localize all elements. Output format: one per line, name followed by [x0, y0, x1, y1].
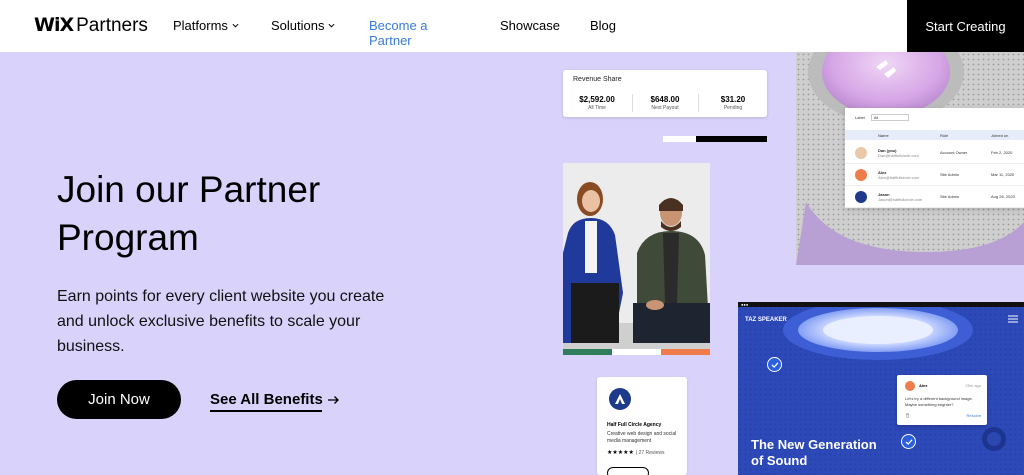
nav-showcase-label: Showcase: [500, 18, 560, 33]
resolve-button[interactable]: Resolve: [967, 413, 981, 418]
window-dots-icon: ●●●: [741, 302, 749, 307]
column-header: Joined on: [991, 133, 1009, 138]
logo-wix-text: WiX: [34, 14, 74, 36]
column-header: Role: [940, 133, 949, 138]
site-headline: The New Generation of Sound: [751, 437, 877, 468]
revenue-stat-value: $31.20: [720, 95, 746, 104]
divider: [698, 94, 699, 112]
star-rating-icon: ★★★★★: [607, 450, 634, 456]
page-title: Join our Partner Program: [57, 169, 321, 258]
bar-segment: [696, 136, 767, 142]
avatar: [855, 191, 867, 203]
review-count: | 27 Reviews: [635, 449, 665, 456]
check-icon: [901, 434, 916, 449]
link-underline: [210, 410, 322, 412]
table-row[interactable]: Alex Alex@halffullcircle.com Site Admin …: [845, 164, 1024, 186]
agency-card-button[interactable]: [607, 467, 649, 475]
see-all-benefits-link[interactable]: See All Benefits: [210, 391, 340, 412]
browser-topbar: ●●●: [738, 302, 1024, 307]
start-creating-button[interactable]: Start Creating: [907, 0, 1024, 52]
revenue-stat-label: Next Payout: [651, 105, 679, 111]
hamburger-menu-icon[interactable]: [1008, 315, 1018, 323]
partners-photo: [563, 163, 710, 355]
member-role: Site Admin: [940, 194, 960, 199]
revenue-share-card: Revenue Share $2,592.00 All Time $648.00…: [563, 70, 767, 117]
wix-partners-logo[interactable]: WiX Partners: [34, 14, 148, 37]
strip-segment: [612, 349, 661, 355]
revenue-stat-label: Pending: [723, 105, 743, 111]
member-email: Alex@halffullcircle.com: [878, 175, 920, 180]
revenue-stat-label: All Time: [588, 105, 606, 111]
revenue-share-title: Revenue Share: [573, 76, 622, 83]
agency-profile-card: Half Full Circle Agency Creative web des…: [597, 377, 687, 475]
arrow-right-icon: [327, 395, 339, 404]
check-icon: [767, 357, 782, 372]
agency-rating: ★★★★★ | 27 Reviews: [607, 449, 665, 457]
strip-segment: [661, 349, 710, 355]
nav-platforms-label: Platforms: [173, 18, 228, 33]
member-email: Dan@halffullcircle.com: [878, 153, 919, 158]
table-header: Name Role Joined on: [845, 130, 1024, 140]
nav-showcase[interactable]: Showcase: [500, 18, 560, 33]
nav-become-a-partner-label: Become a Partner: [369, 18, 428, 48]
revenue-stat-value: $2,592.00: [579, 95, 615, 104]
nav-platforms[interactable]: Platforms: [173, 18, 243, 33]
trash-icon[interactable]: [905, 413, 910, 418]
column-header: Name: [878, 133, 889, 138]
bar-segment: [663, 136, 696, 142]
avatar: [855, 147, 867, 159]
agency-logo-icon: [615, 394, 625, 404]
team-members-table: Label All Name Role Joined on Dan (you) …: [845, 108, 1024, 208]
partners-photo-illustration: [563, 163, 710, 355]
comment-message: Let's try a different background image. …: [905, 396, 973, 407]
table-row[interactable]: Dan (you) Dan@halffullcircle.com Account…: [845, 142, 1024, 164]
comment-time: 25m ago: [965, 383, 981, 388]
revenue-stat: $648.00 Next Payout: [635, 95, 695, 111]
nav-blog-label: Blog: [590, 18, 617, 33]
revenue-stat: $2,592.00 All Time: [567, 95, 627, 111]
member-joined: Aug 26, 2020: [991, 194, 1015, 199]
nav-solutions[interactable]: Solutions: [271, 18, 341, 33]
filter-select[interactable]: All: [870, 114, 909, 121]
comment-card: Alex 25m ago Let's try a different backg…: [897, 375, 987, 425]
member-role: Site Admin: [940, 172, 960, 177]
table-row[interactable]: Jason Jason@halffullcircle.com Site Admi…: [845, 186, 1024, 208]
member-joined: Mar 11, 2020: [991, 172, 1015, 177]
chevron-down-icon: [232, 23, 239, 28]
member-role: Account Owner: [940, 150, 968, 155]
member-email: Jason@halffullcircle.com: [878, 197, 923, 202]
agency-logo: [609, 388, 631, 410]
avatar: [855, 169, 867, 181]
join-now-button[interactable]: Join Now: [57, 380, 181, 419]
logo-partners-text: Partners: [76, 15, 148, 36]
nav-blog[interactable]: Blog: [590, 18, 630, 33]
filter-label: Label: [855, 115, 865, 120]
agency-description: Creative web design and social media man…: [607, 431, 677, 444]
chevron-down-icon: [328, 23, 335, 28]
nav-become-a-partner[interactable]: Become a Partner: [369, 18, 469, 48]
see-all-benefits-label: See All Benefits: [210, 391, 323, 408]
table-filter: Label All: [855, 114, 909, 121]
hero-subtitle: Earn points for every client website you…: [57, 288, 385, 355]
top-nav-bar: WiX Partners Platforms Solutions Become …: [0, 0, 1024, 52]
agency-name: Half Full Circle Agency: [607, 422, 662, 428]
decorative-bars: [663, 136, 767, 142]
photo-color-strip: [563, 349, 710, 355]
comment-author: Alex: [919, 383, 928, 388]
revenue-stat: $31.20 Pending: [703, 95, 763, 111]
site-brand: TAZ SPEAKER: [745, 317, 787, 323]
nav-solutions-label: Solutions: [271, 18, 325, 33]
strip-segment: [563, 349, 612, 355]
revenue-stat-value: $648.00: [650, 95, 680, 104]
divider: [632, 94, 633, 112]
avatar: [905, 381, 915, 391]
member-joined: Feb 2, 2020: [991, 150, 1013, 155]
